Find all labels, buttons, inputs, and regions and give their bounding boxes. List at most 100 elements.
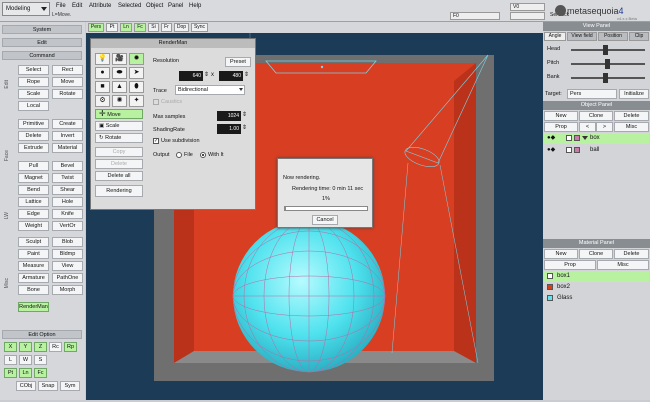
edit-header[interactable]: Edit [2,38,82,47]
height-input[interactable]: 480 [219,71,243,81]
option-rp-button[interactable]: Rp [64,342,77,352]
command-local-button[interactable]: Local [18,101,49,111]
command-move-button[interactable]: Move [52,77,83,87]
menu-file[interactable]: File [56,3,66,9]
command-knife-button[interactable]: Knife [52,209,83,219]
gears-icon[interactable]: ⚙ [95,95,110,107]
command-view-button[interactable]: View [52,261,83,271]
command-header[interactable]: Command [2,51,82,60]
sphere-icon[interactable]: ● [95,67,110,79]
command-measure-button[interactable]: Measure [18,261,49,271]
command-morph-button[interactable]: Morph [52,285,83,295]
command-extrude-button[interactable]: Extrude [18,143,49,153]
option-snap-button[interactable]: Snap [38,381,58,391]
tab-dop[interactable]: Dop [174,23,189,32]
object-next-button[interactable]: > [596,122,613,132]
target-icon[interactable]: ✦ [129,95,144,107]
lamp-icon[interactable]: ✺ [112,95,127,107]
system-header[interactable]: System [2,25,82,34]
tab-pt[interactable]: Pt [106,23,118,32]
object-prev-button[interactable]: < [579,122,596,132]
object-prop-button[interactable]: Prop [544,122,578,132]
command-pathone-button[interactable]: PathOne [52,273,83,283]
menu-help[interactable]: Help [189,3,201,9]
visible-icon[interactable]: ●◆ [547,146,555,153]
option-x-button[interactable]: X [4,342,17,352]
tab-fr[interactable]: Fr [161,23,172,32]
tab-ln[interactable]: Ln [120,23,132,32]
option-s-button[interactable]: S [34,355,47,365]
maxsamples-spinner[interactable]: ⇕ [242,111,247,118]
command-paint-button[interactable]: Paint [18,249,49,259]
command-bldmp-button[interactable]: Bldmp [52,249,83,259]
tab-view-field[interactable]: View field [567,32,597,41]
target-select[interactable]: Pers [567,89,617,99]
material-delete-button[interactable]: Delete [614,249,649,259]
command-rect-button[interactable]: Rect [52,65,83,75]
object-misc-button[interactable]: Misc [614,122,649,132]
material-row[interactable]: box1 [544,271,649,282]
camera-icon[interactable]: 🎥 [112,53,127,65]
tab-fc[interactable]: Fc [134,23,146,32]
copy-button[interactable]: Copy [95,147,143,157]
square-icon[interactable]: ■ [95,81,110,93]
command-armature-button[interactable]: Armature [18,273,49,283]
delete-all-button[interactable]: Delete all [95,171,143,181]
tab-angle[interactable]: Angle [544,32,566,41]
bank-slider-thumb[interactable] [603,73,608,83]
material-clone-button[interactable]: Clone [579,249,613,259]
command-rope-button[interactable]: Rope [18,77,49,87]
material-misc-button[interactable]: Misc [597,260,649,270]
menu-edit[interactable]: Edit [72,3,82,9]
initialize-button[interactable]: Initialize [619,89,649,99]
head-slider[interactable] [571,49,645,51]
menu-attribute[interactable]: Attribute [89,3,111,9]
command-scale-button[interactable]: Scale [18,89,49,99]
command-vertor-button[interactable]: VertOr [52,221,83,231]
command-renderman-button[interactable]: RenderMan [18,302,49,312]
option-ln-button[interactable]: Ln [19,368,32,378]
command-bone-button[interactable]: Bone [18,285,49,295]
command-blob-button[interactable]: Blob [52,237,83,247]
sun-icon[interactable]: ✹ [129,53,144,65]
option-fc-button[interactable]: Fc [34,368,47,378]
drop-icon[interactable]: ⬮ [129,81,144,93]
tab-position[interactable]: Position [598,32,628,41]
cone-icon[interactable]: ▲ [112,81,127,93]
command-select-button[interactable]: Select [18,65,49,75]
object-delete-button[interactable]: Delete [614,111,649,121]
option-l-button[interactable]: L [4,355,17,365]
delete-button[interactable]: Delete [95,159,143,169]
rotate-button[interactable]: ↻ Rotate [95,133,143,143]
mode-select[interactable]: Modeling [2,2,50,16]
shadingrate-input[interactable]: 1.00 [217,124,241,134]
lock-checkbox[interactable] [566,135,572,141]
pointer-icon[interactable]: ➤ [129,67,144,79]
bank-slider[interactable] [571,77,645,79]
visible-icon[interactable]: ●◆ [547,134,555,141]
menu-selected[interactable]: Selected [118,3,141,9]
command-twist-button[interactable]: Twist [52,173,83,183]
maxsamples-input[interactable]: 1024 [217,111,241,121]
command-edge-button[interactable]: Edge [18,209,49,219]
cancel-button[interactable]: Cancel [312,215,338,225]
tab-clip[interactable]: Clip [629,32,649,41]
tab-sync[interactable]: Sync [191,23,208,32]
option-y-button[interactable]: Y [19,342,32,352]
option-z-button[interactable]: Z [34,342,47,352]
shadingrate-spinner[interactable]: ⇕ [242,124,247,131]
command-invert-button[interactable]: Invert [52,131,83,141]
command-weight-button[interactable]: Weight [18,221,49,231]
command-sculpt-button[interactable]: Sculpt [18,237,49,247]
command-bend-button[interactable]: Bend [18,185,49,195]
object-row-ball[interactable]: ●◆ ball [544,145,649,156]
rendering-button[interactable]: Rendering [95,185,143,197]
tab-si[interactable]: Si [148,23,159,32]
subdivision-checkbox[interactable]: ✓ [153,138,159,144]
option-cobj-button[interactable]: CObj [16,381,36,391]
option-pt-button[interactable]: Pt [4,368,17,378]
material-row[interactable]: Glass [544,293,649,304]
file-radio[interactable] [176,152,182,158]
move-button[interactable]: ✛ Move [95,109,143,119]
command-primitive-button[interactable]: Primitive [18,119,49,129]
